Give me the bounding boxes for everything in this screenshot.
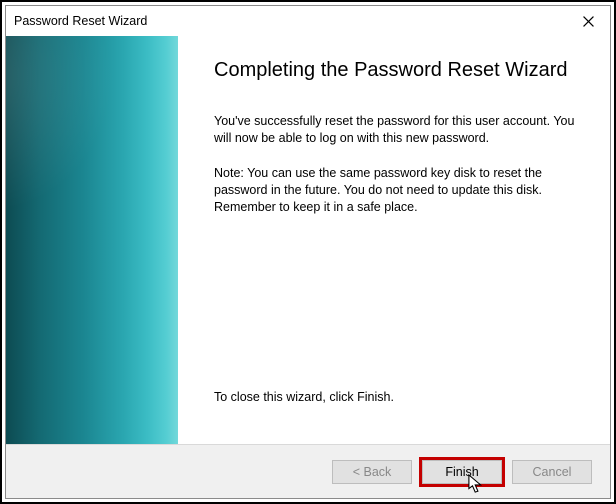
cancel-button[interactable]: Cancel <box>512 460 592 484</box>
finish-button[interactable]: Finish <box>422 460 502 484</box>
wizard-sidebar-graphic <box>6 36 178 444</box>
page-heading: Completing the Password Reset Wizard <box>214 58 586 83</box>
button-row: < Back Finish Cancel <box>6 444 610 498</box>
closing-note: To close this wizard, click Finish. <box>214 390 586 404</box>
back-button[interactable]: < Back <box>332 460 412 484</box>
window-title: Password Reset Wizard <box>14 14 147 28</box>
body-paragraph-1: You've successfully reset the password f… <box>214 113 586 147</box>
outer-frame: Password Reset Wizard Completing the Pas… <box>0 0 616 504</box>
main-panel: Completing the Password Reset Wizard You… <box>178 36 610 444</box>
titlebar: Password Reset Wizard <box>6 6 610 36</box>
close-icon <box>583 16 594 27</box>
content-area: Completing the Password Reset Wizard You… <box>6 36 610 444</box>
wizard-window: Password Reset Wizard Completing the Pas… <box>5 5 611 499</box>
close-button[interactable] <box>566 6 610 36</box>
body-paragraph-2: Note: You can use the same password key … <box>214 165 586 216</box>
